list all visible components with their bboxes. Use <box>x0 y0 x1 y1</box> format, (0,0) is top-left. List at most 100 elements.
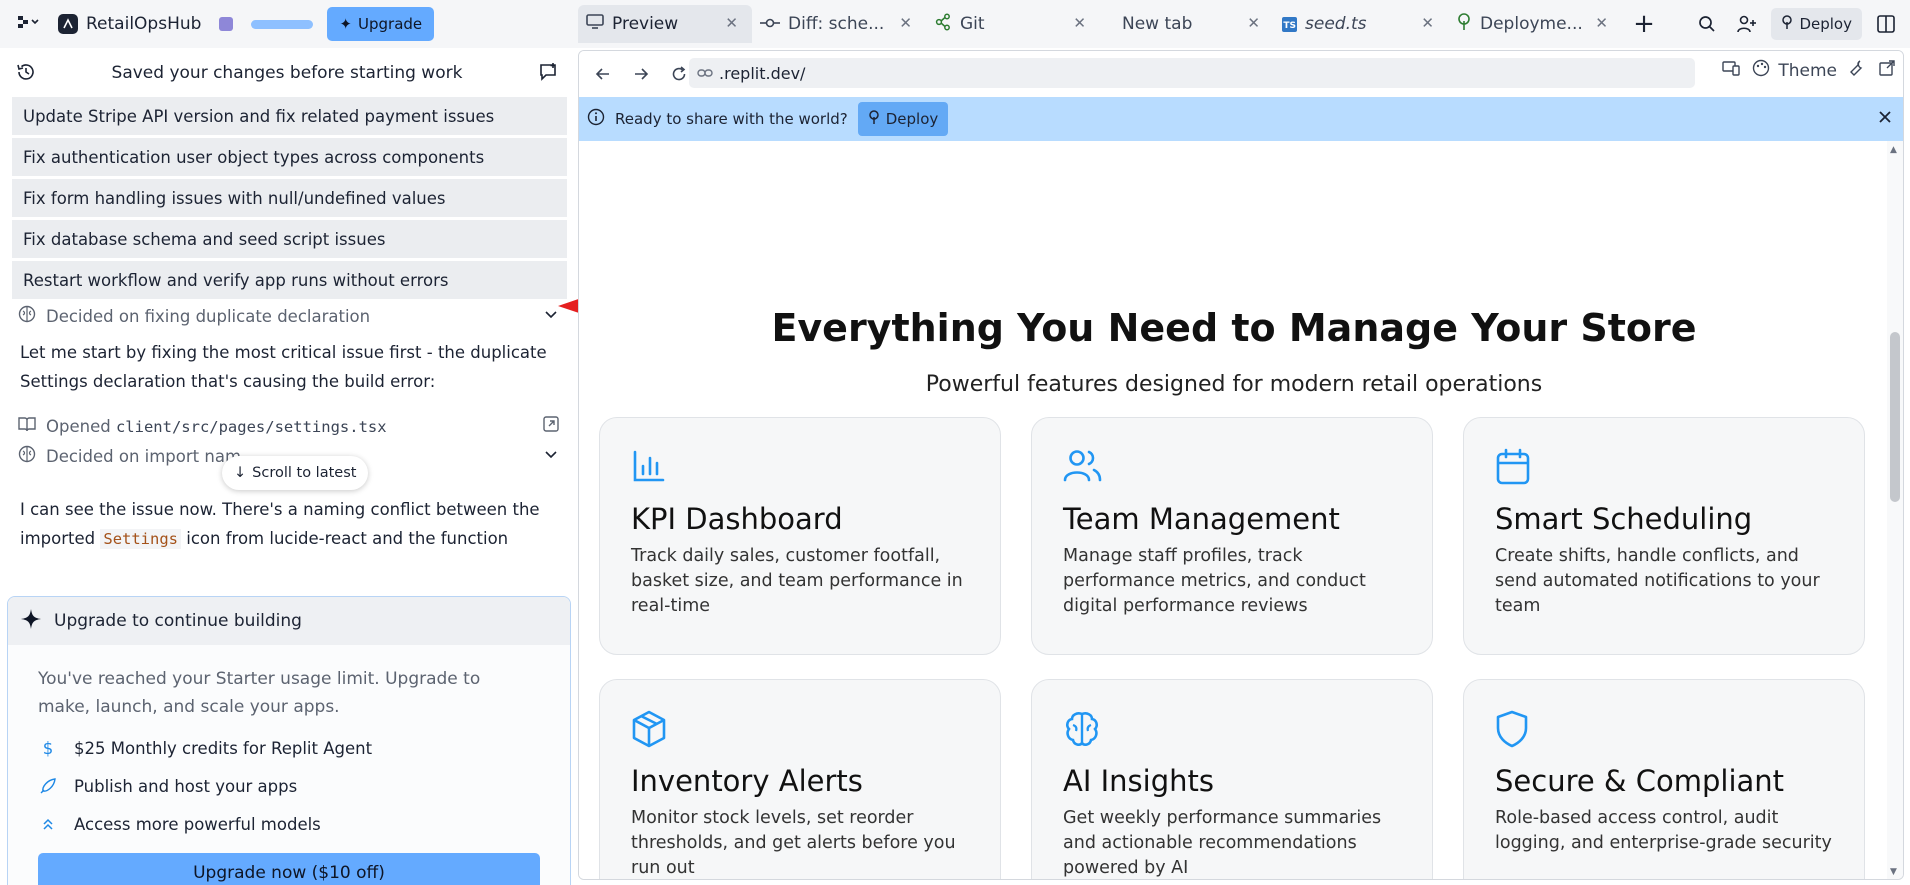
new-chat-icon[interactable] <box>538 62 558 87</box>
open-new-window-icon[interactable] <box>1879 60 1895 81</box>
forward-arrow-icon[interactable] <box>625 58 657 90</box>
rocket-icon <box>38 777 58 795</box>
benefit-item: $ $25 Monthly credits for Replit Agent <box>38 729 540 767</box>
decision-label: Decided on import nam <box>46 446 242 466</box>
deploy-icon <box>1781 15 1793 33</box>
agent-panel: Saved your changes before starting work … <box>0 48 574 885</box>
task-item[interactable]: Fix authentication user object types acr… <box>12 138 567 176</box>
decision-row[interactable]: Decided on fixing duplicate declaration <box>18 302 563 330</box>
chevron-down-icon[interactable] <box>543 306 559 326</box>
theme-button[interactable]: Theme <box>1752 59 1837 82</box>
wrench-icon[interactable] <box>1849 59 1867 82</box>
scroll-down-icon[interactable]: ▼ <box>1890 867 1897 877</box>
tab-deployments[interactable]: Deployme... ✕ <box>1448 5 1622 43</box>
banner-text: Ready to share with the world? <box>615 110 848 128</box>
project-switcher[interactable]: RetailOpsHub <box>58 14 201 34</box>
text-fragment: icon from lucide-react and the function <box>186 529 509 548</box>
deploy-button[interactable]: Deploy <box>1771 8 1862 40</box>
feature-description: Manage staff profiles, track performance… <box>1063 546 1366 616</box>
devices-icon[interactable] <box>1722 60 1741 81</box>
benefit-label: Access more powerful models <box>74 814 321 834</box>
url-input[interactable]: .replit.dev/ <box>689 58 1695 88</box>
inline-code: Settings <box>100 529 182 549</box>
feature-card: Secure & Compliant Role-based access con… <box>1463 679 1865 879</box>
task-item[interactable]: Update Stripe API version and fix relate… <box>12 97 567 135</box>
agent-message: Let me start by fixing the most critical… <box>20 343 547 391</box>
preview-browser: .replit.dev/ Theme Ready to share with t… <box>578 50 1904 880</box>
tab-diff[interactable]: Diff: sche... ✕ <box>752 5 926 43</box>
banner-deploy-button[interactable]: Deploy <box>857 102 949 136</box>
palette-icon <box>1752 59 1770 82</box>
scrollbar-thumb[interactable] <box>1890 332 1900 502</box>
benefit-item: Access more powerful models <box>38 805 540 843</box>
upgrade-button[interactable]: ✦ Upgrade <box>327 7 435 41</box>
plus-icon: + <box>1633 9 1655 39</box>
deploy-banner: Ready to share with the world? Deploy <box>579 97 1903 141</box>
monitor-icon <box>586 13 604 35</box>
commit-icon <box>760 14 780 34</box>
tab-label: Preview <box>612 14 679 34</box>
top-bar: RetailOpsHub ✦ Upgrade Preview ✕ Diff: s… <box>0 0 1910 48</box>
feature-card: AI Insights Get weekly performance summa… <box>1031 679 1433 879</box>
task-item[interactable]: Restart workflow and verify app runs wit… <box>12 261 567 299</box>
feature-description: Create shifts, handle conflicts, and sen… <box>1495 546 1820 616</box>
feature-card: Inventory Alerts Monitor stock levels, s… <box>599 679 1001 879</box>
scroll-to-latest-button[interactable]: ↓ Scroll to latest <box>222 456 369 490</box>
benefit-label: Publish and host your apps <box>74 776 298 796</box>
close-icon[interactable]: ✕ <box>725 14 738 32</box>
users-icon <box>1063 448 1408 486</box>
task-item[interactable]: Fix form handling issues with null/undef… <box>12 179 567 217</box>
open-external-icon[interactable] <box>543 416 559 436</box>
tab-label: New tab <box>1122 14 1193 34</box>
scroll-up-icon[interactable]: ▲ <box>1890 145 1897 155</box>
workspace-header: RetailOpsHub ✦ Upgrade <box>0 0 574 48</box>
replit-logo-icon[interactable] <box>18 14 40 34</box>
close-icon[interactable] <box>1877 109 1893 129</box>
tab-new[interactable]: New tab ✕ <box>1100 5 1274 43</box>
browser-toolbar: .replit.dev/ Theme <box>579 51 1903 97</box>
feature-card: KPI Dashboard Track daily sales, custome… <box>599 417 1001 655</box>
new-tab-button[interactable]: + <box>1622 5 1666 43</box>
scroll-to-latest-label: Scroll to latest <box>252 465 357 481</box>
agent-status-icon <box>219 17 234 31</box>
opened-file-row[interactable]: Opened client/src/pages/settings.tsx <box>18 412 563 440</box>
task-label: Restart workflow and verify app runs wit… <box>23 270 449 290</box>
close-icon[interactable]: ✕ <box>899 14 912 32</box>
tab-git[interactable]: Git ✕ <box>926 5 1100 43</box>
history-icon[interactable] <box>16 62 36 87</box>
benefit-item: Publish and host your apps <box>38 767 540 805</box>
package-icon <box>631 710 976 748</box>
feature-title: Smart Scheduling <box>1495 502 1753 536</box>
search-icon[interactable] <box>1691 8 1723 40</box>
chevron-down-icon[interactable] <box>543 446 559 466</box>
toggle-sidebar-icon[interactable] <box>1870 8 1902 40</box>
link-icon <box>697 64 713 83</box>
close-icon[interactable]: ✕ <box>1247 14 1260 32</box>
sparkle-icon <box>20 608 42 635</box>
feature-card: Smart Scheduling Create shifts, handle c… <box>1463 417 1865 655</box>
invite-user-icon[interactable] <box>1731 8 1763 40</box>
back-arrow-icon[interactable] <box>587 58 619 90</box>
tab-preview[interactable]: Preview ✕ <box>578 5 752 43</box>
tab-label: seed.ts <box>1305 14 1367 34</box>
usage-progress-bar <box>251 19 314 29</box>
project-name: RetailOpsHub <box>86 14 202 34</box>
feature-title: Inventory Alerts <box>631 764 863 798</box>
agent-panel-title: Saved your changes before starting work <box>111 63 463 83</box>
book-icon <box>18 416 36 436</box>
tab-label: Git <box>960 14 985 34</box>
upgrade-card: Upgrade to continue building You've reac… <box>7 596 571 885</box>
close-icon[interactable]: ✕ <box>1595 14 1608 32</box>
upgrade-card-header: Upgrade to continue building <box>8 597 570 645</box>
preview-scrollbar[interactable]: ▲ ▼ <box>1887 141 1903 879</box>
close-icon[interactable]: ✕ <box>1421 14 1434 32</box>
close-icon[interactable]: ✕ <box>1073 14 1086 32</box>
upgrade-now-button[interactable]: Upgrade now ($10 off) <box>38 853 540 885</box>
deploy-icon <box>868 110 880 128</box>
tab-seed-ts[interactable]: TS seed.ts ✕ <box>1274 5 1448 43</box>
tab-bar: Preview ✕ Diff: sche... ✕ Git ✕ New tab … <box>578 0 1666 48</box>
brain-icon <box>18 445 36 467</box>
tab-label: Diff: sche... <box>788 14 885 34</box>
task-item[interactable]: Fix database schema and seed script issu… <box>12 220 567 258</box>
typescript-icon: TS <box>1282 16 1297 32</box>
